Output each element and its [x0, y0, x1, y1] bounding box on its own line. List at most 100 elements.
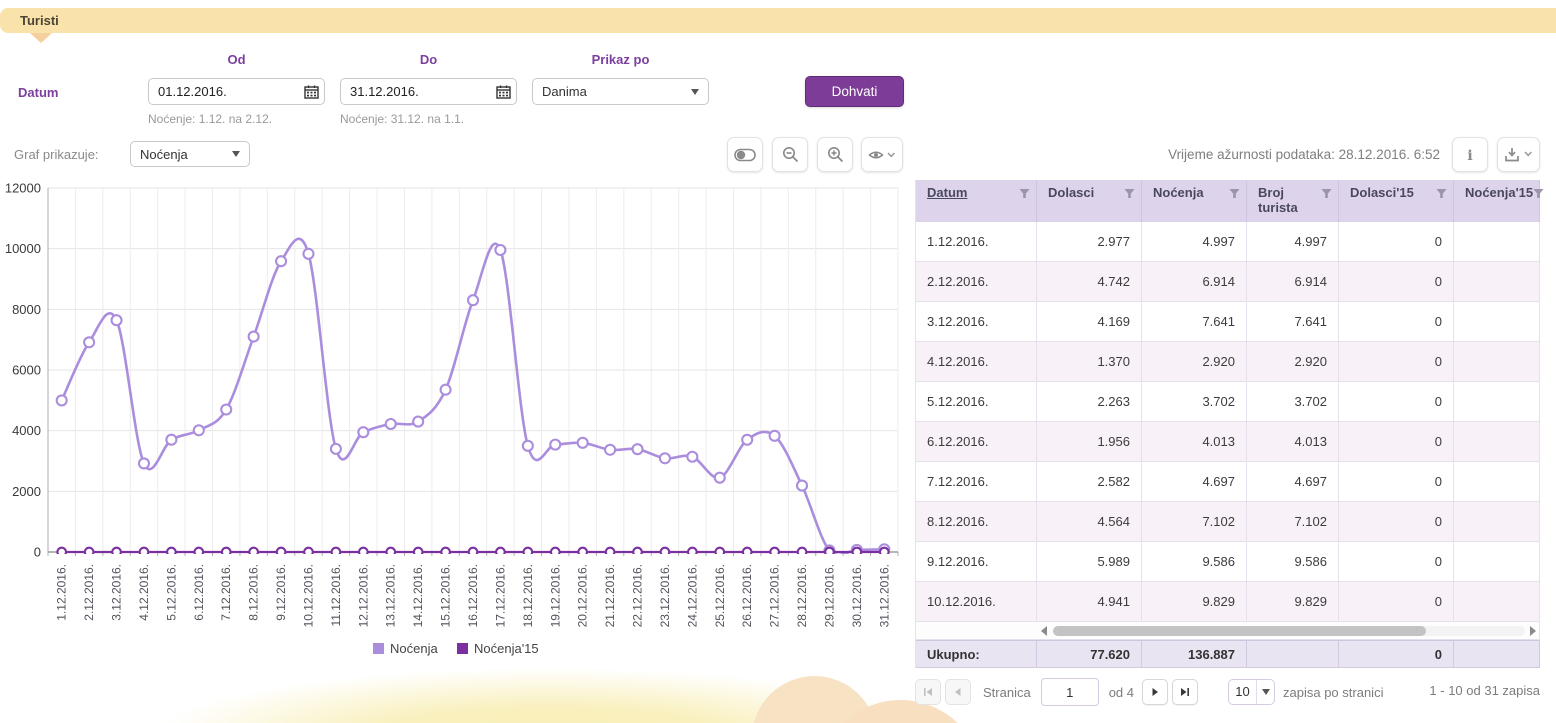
x-axis-tick-label: 25.12.2016. — [713, 564, 727, 627]
legend-label[interactable]: Noćenja — [390, 641, 438, 656]
x-axis-tick-label: 30.12.2016. — [850, 564, 864, 627]
column-header-4[interactable]: Dolasci'15 — [1339, 180, 1454, 222]
table-cell: 7.641 — [1247, 302, 1339, 342]
pagination-bar: Stranica od 4 10 zapisa po stranici 1 - … — [915, 678, 1540, 706]
funnel-icon[interactable] — [1124, 188, 1135, 199]
table-cell: 1.12.2016. — [916, 222, 1037, 262]
data-point-marker — [166, 435, 176, 445]
column-header-5[interactable]: Noćenja'15 — [1454, 180, 1540, 222]
export-button[interactable] — [1497, 137, 1540, 172]
date-to-input[interactable] — [341, 84, 490, 99]
data-point-marker — [57, 548, 66, 557]
legend-label[interactable]: Noćenja'15 — [474, 641, 539, 656]
table-cell: 4.697 — [1142, 462, 1247, 502]
data-point-marker — [798, 548, 807, 557]
first-page-button[interactable] — [915, 679, 941, 705]
previous-page-button[interactable] — [945, 679, 971, 705]
y-axis-tick-label: 0 — [34, 545, 41, 560]
table-cell: 9.586 — [1247, 542, 1339, 582]
table-row: 6.12.2016.1.9564.0134.0130 — [916, 422, 1540, 462]
table-cell: 7.641 — [1142, 302, 1247, 342]
scrollbar-thumb[interactable] — [1053, 626, 1426, 636]
x-axis-tick-label: 7.12.2016. — [219, 564, 233, 621]
prikaz-po-value: Danima — [533, 84, 691, 99]
data-point-marker — [441, 385, 451, 395]
page-of-label: od 4 — [1109, 685, 1134, 700]
column-header-0[interactable]: Datum — [916, 180, 1037, 222]
zoom-out-button[interactable] — [772, 137, 808, 172]
info-button[interactable]: i — [1452, 137, 1488, 172]
scrollbar-track[interactable] — [1053, 626, 1525, 636]
funnel-icon[interactable] — [1436, 188, 1447, 199]
data-point-marker — [661, 548, 670, 557]
prikaz-po-select[interactable]: Danima — [532, 78, 709, 105]
y-axis-tick-label: 12000 — [5, 182, 41, 196]
datum-label: Datum — [18, 85, 58, 100]
chart-toggle-button[interactable] — [727, 137, 763, 172]
table-cell: 0 — [1339, 462, 1454, 502]
x-axis-tick-label: 14.12.2016. — [411, 564, 425, 627]
date-from-hint: Noćenje: 1.12. na 2.12. — [148, 112, 272, 126]
x-axis-tick-label: 8.12.2016. — [247, 564, 261, 621]
graf-prikazuje-label: Graf prikazuje: — [14, 147, 99, 162]
funnel-icon[interactable] — [1533, 188, 1544, 199]
column-header-3[interactable]: Broj turista — [1247, 180, 1339, 222]
data-point-marker — [414, 548, 423, 557]
last-page-button[interactable] — [1172, 679, 1198, 705]
legend-swatch[interactable] — [457, 643, 468, 654]
table-cell: 2.920 — [1247, 342, 1339, 382]
table-cell: 4.12.2016. — [916, 342, 1037, 382]
chevron-down-icon — [232, 151, 240, 157]
do-label: Do — [340, 52, 517, 67]
column-header-2[interactable]: Noćenja — [1142, 180, 1247, 222]
table-row: 8.12.2016.4.5647.1027.1020 — [916, 502, 1540, 542]
data-point-marker — [276, 256, 286, 266]
funnel-icon[interactable] — [1019, 188, 1030, 199]
date-to-hint: Noćenje: 31.12. na 1.1. — [340, 112, 464, 126]
page-size-select[interactable]: 10 — [1228, 679, 1275, 705]
calendar-icon[interactable] — [490, 79, 516, 104]
data-point-marker — [167, 548, 176, 557]
table-row: 3.12.2016.4.1697.6417.6410 — [916, 302, 1540, 342]
table-cell: 2.920 — [1142, 342, 1247, 382]
data-point-marker — [386, 419, 396, 429]
graf-series-select[interactable]: Noćenja — [130, 141, 250, 167]
x-axis-tick-label: 1.12.2016. — [55, 564, 69, 621]
dohvati-button[interactable]: Dohvati — [805, 76, 904, 107]
data-point-marker — [112, 548, 121, 557]
funnel-icon[interactable] — [1321, 188, 1332, 199]
tab-turisti[interactable]: Turisti — [0, 8, 59, 33]
data-point-marker — [194, 425, 204, 435]
series-visibility-button[interactable] — [861, 137, 903, 172]
table-cell: 4.941 — [1037, 582, 1142, 622]
data-point-marker — [742, 435, 752, 445]
next-page-button[interactable] — [1142, 679, 1168, 705]
table-row: 1.12.2016.2.9774.9974.9970 — [916, 222, 1540, 262]
data-point-marker — [303, 249, 313, 259]
x-axis-tick-label: 29.12.2016. — [822, 564, 836, 627]
x-axis-tick-label: 23.12.2016. — [658, 564, 672, 627]
scroll-left-icon[interactable] — [1041, 626, 1047, 636]
table-row: 10.12.2016.4.9419.8299.8290 — [916, 582, 1540, 622]
total-cell: 136.887 — [1142, 640, 1247, 668]
date-from-input[interactable] — [149, 84, 298, 99]
data-point-marker — [469, 548, 478, 557]
scroll-right-icon[interactable] — [1530, 626, 1536, 636]
funnel-icon[interactable] — [1229, 188, 1240, 199]
calendar-icon[interactable] — [298, 79, 324, 104]
column-header-1[interactable]: Dolasci — [1037, 180, 1142, 222]
table-cell: 0 — [1339, 582, 1454, 622]
table-cell: 4.997 — [1247, 222, 1339, 262]
y-axis-tick-label: 2000 — [12, 484, 41, 499]
x-axis-tick-label: 10.12.2016. — [301, 564, 315, 627]
data-point-marker — [57, 395, 67, 405]
x-axis-tick-label: 24.12.2016. — [685, 564, 699, 627]
table-cell: 7.102 — [1247, 502, 1339, 542]
legend-swatch[interactable] — [373, 643, 384, 654]
x-axis-tick-label: 18.12.2016. — [521, 564, 535, 627]
data-point-marker — [770, 548, 779, 557]
zoom-in-button[interactable] — [817, 137, 853, 172]
table-cell: 6.914 — [1247, 262, 1339, 302]
page-number-input[interactable] — [1041, 678, 1099, 706]
data-point-marker — [386, 548, 395, 557]
